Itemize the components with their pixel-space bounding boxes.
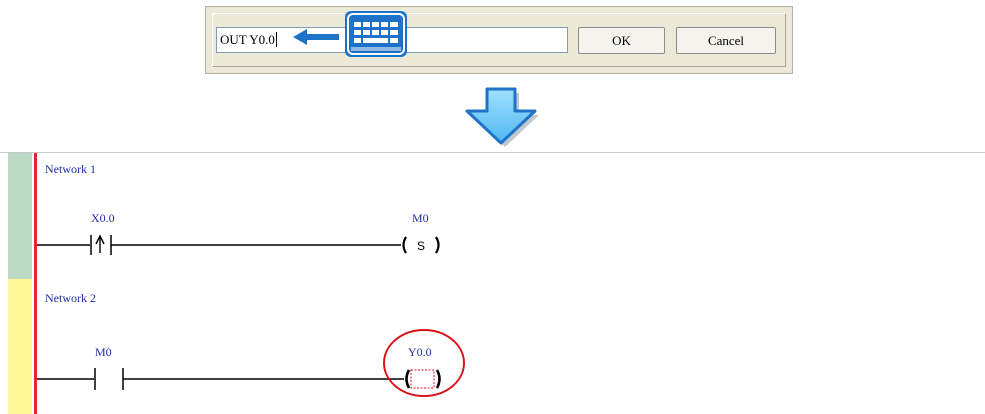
network-2-output-coil[interactable] <box>405 369 441 389</box>
text-caret <box>275 32 277 47</box>
network-1-coil-symbol: S <box>417 239 425 253</box>
ladder-editor: Network 1 X0.0 M0 Network 2 M0 Y0.0 S <box>0 152 985 414</box>
down-arrow-icon <box>465 87 539 147</box>
highlight-circle <box>383 329 465 397</box>
network-1-set-coil[interactable]: S <box>402 236 440 254</box>
network-2-rung <box>37 368 404 390</box>
network-1-rung <box>37 234 401 255</box>
instruction-input-value: OUT Y0.0 <box>220 32 275 47</box>
ladder-diagram: S <box>37 234 465 397</box>
ok-button[interactable]: OK <box>578 27 665 54</box>
keyboard-icon <box>345 11 407 57</box>
arrow-left-icon <box>293 29 339 45</box>
cancel-button[interactable]: Cancel <box>676 27 776 54</box>
